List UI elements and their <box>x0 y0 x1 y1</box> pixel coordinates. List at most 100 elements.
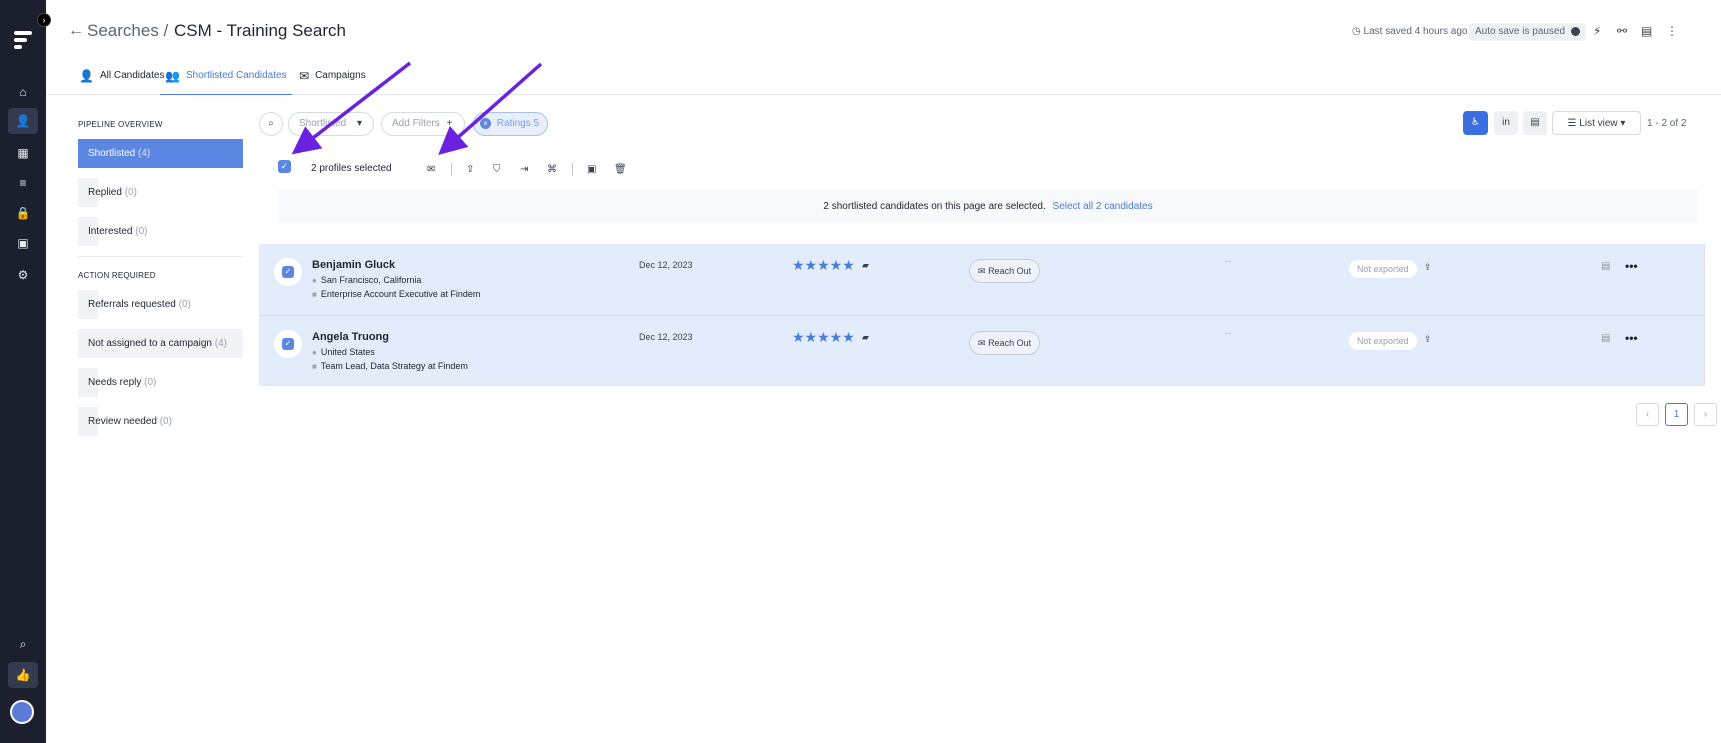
sidebar-item-shortlisted[interactable]: Shortlisted (4) <box>78 139 243 168</box>
group-icon: 👥 <box>165 69 180 83</box>
star-rating[interactable]: ★★★★★ <box>792 329 855 346</box>
accessibility-icon: ♿ <box>1471 117 1480 128</box>
tab-shortlisted-candidates[interactable]: 👥 Shortlisted Candidates <box>160 70 292 95</box>
trash-icon[interactable]: 🗑 <box>614 164 627 175</box>
sidebar-divider <box>78 256 243 257</box>
toolbar-separator <box>451 163 452 176</box>
candidate-job: ■ Enterprise Account Executive at Findem <box>312 289 481 299</box>
app-logo[interactable] <box>14 31 32 49</box>
chevron-right-icon: › <box>1703 409 1708 420</box>
view-mode-dropdown[interactable]: ☰ List view ▾ <box>1552 111 1641 135</box>
ratings-filter-chip[interactable]: × Ratings 5 <box>473 112 548 136</box>
filter-icon[interactable]: ≡ <box>13 173 33 193</box>
location-pin-icon: ● <box>312 276 317 285</box>
contacts-icon[interactable]: ▣ <box>13 233 33 253</box>
export-icon[interactable]: ⇪ <box>1424 262 1432 273</box>
archive-icon[interactable]: ▣ <box>587 164 596 175</box>
row-checkbox[interactable]: ✓ <box>274 258 302 286</box>
settings-gear-icon[interactable]: ⚙ <box>13 265 33 285</box>
person-search-icon: 👤 <box>79 69 94 83</box>
home-icon[interactable]: ⌂ <box>13 82 33 102</box>
candidates-icon[interactable]: 👤 <box>8 108 38 134</box>
page-header: ← Searches / CSM - Training Search ◷ Las… <box>46 0 1721 60</box>
selection-notice: 2 shortlisted candidates on this page ar… <box>278 190 1698 223</box>
breadcrumb-searches[interactable]: Searches / <box>87 21 168 41</box>
added-date: Dec 12, 2023 <box>639 260 693 270</box>
export-doc-button[interactable]: ▤ <box>1523 111 1547 135</box>
check-icon: ✓ <box>282 266 294 278</box>
reach-out-button[interactable]: ✉ Reach Out <box>969 331 1041 355</box>
back-arrow-icon[interactable]: ← <box>68 22 84 40</box>
search-icon: ⌕ <box>268 118 274 129</box>
lock-icon[interactable]: 🔒 <box>13 203 33 223</box>
more-horizontal-icon[interactable]: ••• <box>1625 259 1638 273</box>
sidebar-item-referrals-requested[interactable]: Referrals requested (0) <box>78 290 243 319</box>
row-checkbox[interactable]: ✓ <box>274 330 302 358</box>
left-nav-rail: › ⌂ 👤 ▦ ≡ 🔒 ▣ ⚙ ⌕ 👍 <box>0 0 51 743</box>
next-page-button[interactable]: › <box>1694 403 1717 426</box>
page-button-current[interactable]: 1 <box>1665 403 1688 426</box>
action-required-heading: ACTION REQUIRED <box>78 271 156 280</box>
star-rating[interactable]: ★★★★★ <box>792 257 855 274</box>
sidebar-item-needs-reply[interactable]: Needs reply (0) <box>78 368 243 397</box>
linkedin-button[interactable]: in <box>1494 111 1518 135</box>
tab-campaigns[interactable]: ✉ Campaigns <box>299 70 366 95</box>
tab-all-candidates[interactable]: 👤 All Candidates <box>79 70 164 95</box>
candidate-name[interactable]: Angela Truong <box>312 331 389 343</box>
select-all-checkbox[interactable]: ✓ <box>278 160 291 173</box>
chevron-left-icon: ‹ <box>1645 409 1650 420</box>
rating-note-icon[interactable]: ▰ <box>862 260 869 271</box>
select-all-candidates-link[interactable]: Select all 2 candidates <box>1053 201 1153 212</box>
link-icon[interactable]: ⚯ <box>1617 24 1627 38</box>
dashboard-icon[interactable]: ▦ <box>13 143 33 163</box>
more-vertical-icon[interactable]: ⋮ <box>1666 24 1678 38</box>
caret-down-icon: ▾ <box>357 118 363 129</box>
lightning-icon[interactable]: ⚡ <box>1593 24 1601 38</box>
selection-bar: ✓ 2 profiles selected <box>278 160 392 180</box>
plus-icon: + <box>446 118 453 129</box>
table-row[interactable]: ✓ Angela Truong ● United States ■ Team Lea… <box>259 315 1705 385</box>
export-icon[interactable]: ⇪ <box>1424 334 1432 345</box>
autosave-badge[interactable]: Auto save is paused <box>1469 23 1586 41</box>
reach-out-button[interactable]: ✉ Reach Out <box>969 259 1041 283</box>
prev-page-button[interactable]: ‹ <box>1636 403 1659 426</box>
feedback-icon[interactable]: 👍 <box>8 662 38 688</box>
candidate-name[interactable]: Benjamin Gluck <box>312 259 395 271</box>
sidebar-item-replied[interactable]: Replied (0) <box>78 178 243 207</box>
candidate-location: ● United States <box>312 347 375 357</box>
search-icon[interactable]: ⌕ <box>13 634 33 654</box>
clock-icon: ◷ <box>1352 26 1361 37</box>
candidate-location: ● San Francisco, California <box>312 275 422 285</box>
export-icon[interactable]: ⇪ <box>466 164 474 175</box>
empty-value: -- <box>1225 328 1231 338</box>
table-row[interactable]: ✓ Benjamin Gluck ● San Francisco, Califor… <box>259 244 1705 314</box>
tag-icon[interactable]: ⛉ <box>493 164 501 175</box>
candidate-job: ■ Team Lead, Data Strategy at Findem <box>312 361 468 371</box>
filter-search-button[interactable]: ⌕ <box>259 112 283 136</box>
stage-dropdown[interactable]: Shortlisted ▾ <box>288 112 374 136</box>
accessibility-button[interactable]: ♿ <box>1463 111 1488 135</box>
location-pin-icon: ● <box>312 348 317 357</box>
hierarchy-icon[interactable]: ⌘ <box>547 164 557 175</box>
document-icon[interactable]: ▤ <box>1601 333 1610 344</box>
export-status-badge: Not exported <box>1349 260 1417 278</box>
sidebar-item-interested[interactable]: Interested (0) <box>78 217 243 246</box>
rating-note-icon[interactable]: ▰ <box>862 332 869 343</box>
pipeline-sidebar: PIPELINE OVERVIEW Shortlisted (4) Replie… <box>78 120 243 446</box>
results-count: 1 - 2 of 2 <box>1647 118 1687 129</box>
candidate-list: ✓ Benjamin Gluck ● San Francisco, Califor… <box>259 244 1705 386</box>
add-filters-button[interactable]: Add Filters + <box>381 112 465 136</box>
sidebar-item-review-needed[interactable]: Review needed (0) <box>78 407 243 436</box>
last-saved-status: ◷ Last saved 4 hours ago <box>1352 26 1468 37</box>
sidebar-item-not-assigned[interactable]: Not assigned to a campaign (4) <box>78 329 243 358</box>
remove-filter-icon[interactable]: × <box>480 117 491 129</box>
document-icon[interactable]: ▤ <box>1641 24 1652 38</box>
selection-count-label: 2 profiles selected <box>311 163 392 174</box>
email-icon[interactable]: ✉ <box>427 164 435 175</box>
more-horizontal-icon[interactable]: ••• <box>1625 331 1638 345</box>
mail-icon: ✉ <box>978 338 986 348</box>
document-icon[interactable]: ▤ <box>1601 261 1610 272</box>
document-icon: ▤ <box>1530 117 1540 128</box>
user-avatar[interactable] <box>10 700 34 724</box>
move-icon[interactable]: ⇥ <box>520 164 528 175</box>
